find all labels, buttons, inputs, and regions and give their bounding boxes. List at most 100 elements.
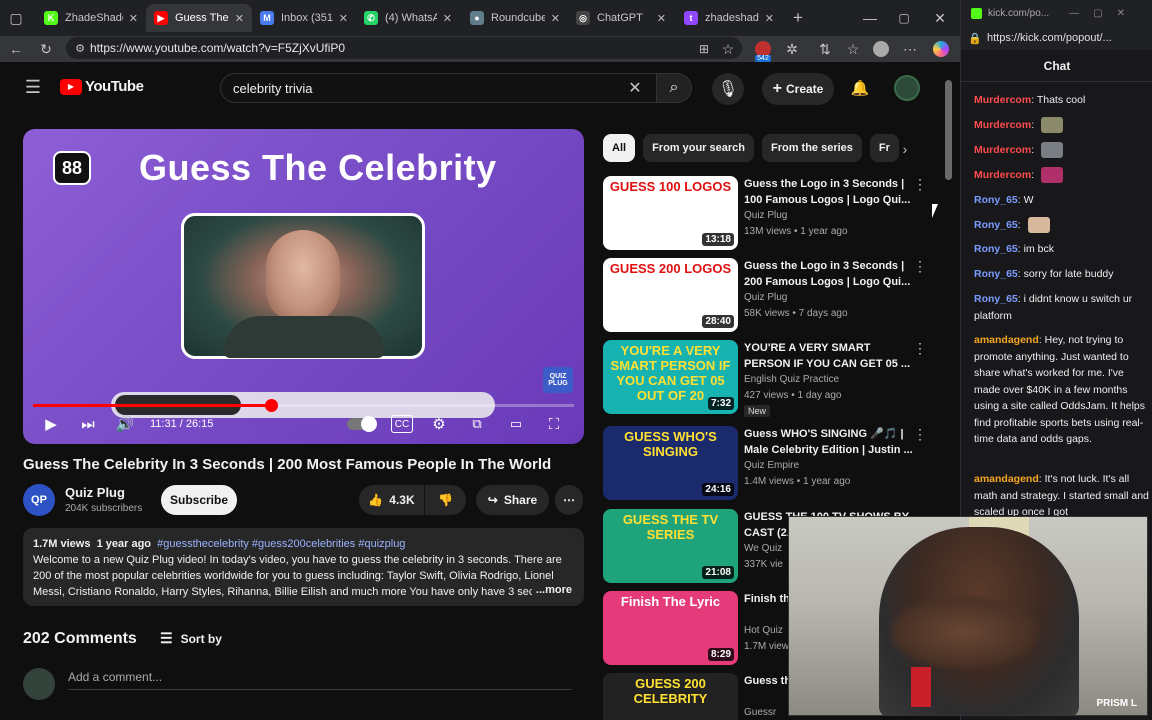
youtube-logo[interactable]: ▶ YouTube [60,78,144,95]
chat-username[interactable]: amandagend [974,473,1039,485]
video-thumbnail[interactable]: GUESS 200 LOGOS 28:40 [603,258,738,332]
settings-gear-icon[interactable]: ⚙ [429,415,449,433]
recommended-video[interactable]: GUESS 200 LOGOS 28:40 Guess the Logo in 3 … [603,258,943,334]
video-channel[interactable]: English Quiz Practice [744,374,839,385]
chat-username[interactable]: Murdercom [974,94,1031,106]
miniplayer-icon[interactable]: ⧉ [467,415,487,433]
app-available-icon[interactable]: ⊞ [694,39,714,59]
tab-close-icon[interactable]: ✕ [657,12,666,25]
more-menu-icon[interactable]: ⋯ [900,39,920,59]
chat-username[interactable]: Murdercom [974,169,1031,181]
fullscreen-icon[interactable]: ⛶ [544,415,564,433]
search-input[interactable]: celebrity trivia ✕ [220,73,656,103]
channel-name[interactable]: Quiz Plug [65,485,125,500]
tab-close-icon[interactable]: ✕ [339,12,348,25]
channel-avatar[interactable]: QP [23,484,55,516]
video-thumbnail[interactable]: Finish The Lyric 8:29 [603,591,738,665]
progress-bar[interactable] [33,399,574,412]
tab-4[interactable]: ● Roundcube W ✕ [462,4,568,32]
video-thumbnail[interactable]: YOU'RE A VERY SMART PERSON IF YOU CAN GE… [603,340,738,414]
clear-search-icon[interactable]: ✕ [626,79,644,97]
chat-username[interactable]: Rony_65 [974,219,1018,231]
video-thumbnail[interactable]: GUESS 200 CELEBRITY [603,673,738,720]
captions-icon[interactable]: CC [391,415,413,433]
video-channel[interactable]: Hot Quiz [744,625,783,636]
chips-next-icon[interactable]: › [895,139,915,159]
theater-mode-icon[interactable]: ▭ [505,415,527,433]
video-title[interactable]: YOU'RE A VERY SMART PERSON IF YOU CAN GE… [744,340,914,372]
chip-1[interactable]: From your search [643,134,754,162]
search-button[interactable]: ⌕ [656,73,692,103]
play-icon[interactable]: ▶ [41,415,61,433]
maximize-icon[interactable]: ▢ [894,8,914,28]
hashtags[interactable]: #guessthecelebrity #guess200celebrities … [157,538,405,550]
tab-close-icon[interactable]: ✕ [235,12,244,25]
video-channel[interactable]: Quiz Empire [744,460,799,471]
more-vertical-icon[interactable]: ⋮ [913,340,927,357]
copilot-icon[interactable] [930,39,952,59]
recommended-video[interactable]: YOU'RE A VERY SMART PERSON IF YOU CAN GE… [603,340,943,417]
chat-username[interactable]: Murdercom [974,119,1031,131]
favorites-icon[interactable]: ☆ [843,39,863,59]
show-more-link[interactable]: ...more [531,582,572,598]
profile-avatar-icon[interactable] [871,39,891,59]
video-channel[interactable]: Quiz Plug [744,292,787,303]
tab-1[interactable]: ▶ Guess The Ce ✕ [146,4,252,32]
volume-icon[interactable]: 🔊 [115,415,135,433]
dislike-button[interactable]: 👎 [425,485,466,515]
progress-knob[interactable] [265,399,279,412]
site-info-icon[interactable]: ⚙ [73,40,87,56]
page-scrollbar[interactable] [945,80,952,180]
chat-username[interactable]: Rony_65 [974,243,1018,255]
chat-username[interactable]: Rony_65 [974,194,1018,206]
tab-5[interactable]: ◎ ChatGPT ✕ [568,4,674,32]
subscribe-button[interactable]: Subscribe [161,485,237,515]
chip-2[interactable]: From the series [761,134,862,162]
chat-username[interactable]: Murdercom [974,144,1031,156]
video-title[interactable]: Guess the Logo in 3 Seconds | 100 Famous… [744,176,914,208]
add-comment-input[interactable]: Add a comment... [68,670,572,690]
share-button[interactable]: ↪ Share [476,485,549,515]
chat-username[interactable]: Rony_65 [974,293,1018,305]
extension-icon[interactable]: 542 [752,39,774,62]
tab-close-icon[interactable]: ✕ [129,12,138,25]
tab-close-icon[interactable]: ✕ [551,12,560,25]
new-tab-icon[interactable]: + [788,8,808,28]
more-vertical-icon[interactable]: ⋮ [913,426,927,443]
url-field[interactable]: ⚙ https://www.youtube.com/watch?v=F5ZjXv… [66,37,742,59]
video-player[interactable]: 88 Guess The Celebrity QUIZ PLUG ▶ ⏭ 🔊 1… [23,129,584,444]
description-box[interactable]: 1.7M views 1 year ago #guessthecelebrity… [23,528,584,606]
chip-0[interactable]: All [603,134,636,162]
recommended-video[interactable]: GUESS 100 LOGOS 13:18 Guess the Logo in 3 … [603,176,943,252]
back-icon[interactable]: ← [6,39,26,59]
tab-0[interactable]: K ZhadeShadow ✕ [36,4,146,32]
tab-close-icon[interactable]: ✕ [765,12,774,25]
video-channel[interactable]: Guessr [744,707,776,718]
account-avatar[interactable] [894,75,920,101]
more-actions-button[interactable]: ⋯ [555,485,583,515]
sort-comments-button[interactable]: ☰ Sort by [160,630,222,647]
more-vertical-icon[interactable]: ⋮ [913,258,927,275]
video-channel[interactable]: Quiz Plug [744,210,787,221]
video-thumbnail[interactable]: GUESS 100 LOGOS 13:18 [603,176,738,250]
video-thumbnail[interactable]: GUESS WHO'S SINGING 24:16 [603,426,738,500]
kick-url-bar[interactable]: 🔒 https://kick.com/popout/... [961,26,1152,50]
video-title[interactable]: Guess the Logo in 3 Seconds | 200 Famous… [744,258,914,290]
tab-close-icon[interactable]: ✕ [443,12,452,25]
video-title[interactable]: Guess WHO'S SINGING 🎤🎵 | Male Celebrity … [744,426,914,458]
split-screen-icon[interactable]: ⇅ [815,39,835,59]
reload-icon[interactable]: ↻ [36,39,56,59]
chat-username[interactable]: Rony_65 [974,268,1018,280]
voice-search-button[interactable]: 🎙 [712,73,744,105]
puzzle-icon[interactable]: ✲ [782,39,802,59]
autoplay-toggle[interactable] [345,415,377,433]
hamburger-menu-icon[interactable]: ☰ [22,77,44,97]
close-window-icon[interactable]: ✕ [930,8,950,28]
more-vertical-icon[interactable]: ⋮ [913,176,927,193]
tab-actions-icon[interactable]: ▢ [6,9,26,27]
tab-6[interactable]: t zhadeshadow ✕ [676,4,782,32]
video-channel[interactable]: We Quiz [744,543,782,554]
chat-username[interactable]: amandagend [974,334,1039,346]
notifications-bell-icon[interactable]: 🔔 [850,78,870,98]
tab-2[interactable]: M Inbox (351) - ✕ [252,4,356,32]
